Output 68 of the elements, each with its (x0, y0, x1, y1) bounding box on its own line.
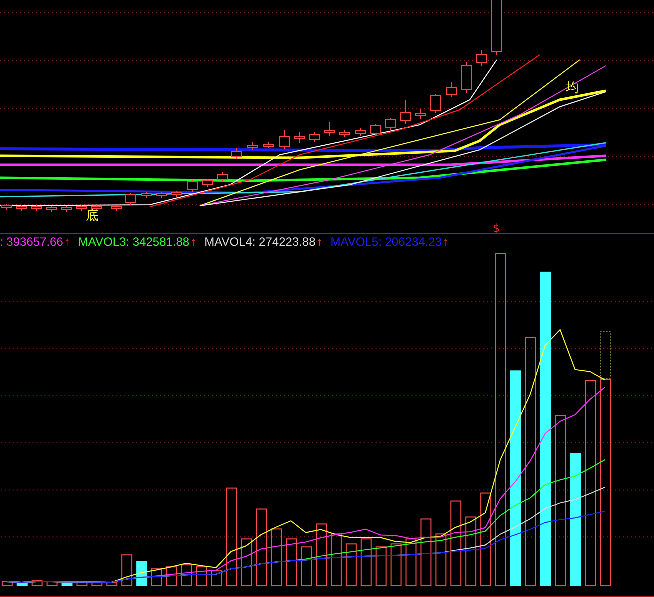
trend-arrow: ↑ (316, 235, 323, 249)
volume-bar (196, 566, 208, 587)
volume-bar (301, 546, 312, 587)
volume-bar (181, 564, 192, 587)
candle (310, 132, 320, 142)
volume-bar (330, 534, 342, 587)
volume-bar (152, 568, 162, 587)
volume-bar (376, 546, 387, 587)
volume-bar (390, 544, 402, 587)
candle (126, 192, 136, 206)
candle (218, 172, 228, 182)
volume-bar (286, 538, 298, 587)
candle (62, 206, 72, 212)
average-marker: 均 (566, 81, 579, 96)
candle (32, 204, 42, 212)
volume-bar (92, 582, 103, 587)
volume-bar (271, 528, 282, 587)
candle (202, 178, 214, 188)
candle (370, 124, 382, 136)
candle (356, 128, 366, 136)
volume-bar (76, 582, 88, 587)
indicator-value: MAVOL4: 274223.88 (204, 235, 316, 249)
trend-arrow: ↑ (64, 235, 70, 249)
indicator-value: MAVOL5: 206234.23 (330, 235, 442, 249)
volume-bar (32, 580, 43, 587)
bottom-marker: 底 (86, 209, 99, 224)
trend-arrow: ↑ (190, 235, 197, 249)
candle (400, 100, 412, 124)
volume-bar (62, 583, 73, 586)
candle (294, 132, 306, 144)
candle (476, 50, 488, 66)
candle (386, 118, 396, 130)
candle (172, 190, 182, 198)
candle (156, 192, 168, 198)
volume-bar (106, 582, 118, 587)
candle (416, 108, 426, 120)
indicator-value: : 393657.66 (0, 235, 64, 249)
volume-bar (211, 570, 222, 587)
candle (76, 204, 88, 212)
volume-bar (16, 583, 28, 586)
volume-bar (346, 544, 357, 587)
candle (16, 204, 28, 212)
volume-bar (166, 566, 178, 587)
dotted-bar-outline (600, 331, 612, 380)
volume-bar (436, 534, 447, 587)
volume-bar (316, 524, 327, 587)
volume-bar (122, 554, 133, 587)
candle (232, 148, 242, 160)
candle (280, 130, 290, 150)
candle (46, 206, 58, 212)
indicator-value: MAVOL3: 342581.88 (78, 235, 190, 249)
volume-bar (466, 516, 477, 587)
candle (430, 94, 442, 114)
volume-bar (2, 582, 13, 587)
candle (324, 122, 336, 136)
volume-bar (420, 518, 432, 587)
candle (248, 142, 258, 150)
trend-arrow: ↑ (442, 235, 449, 249)
volume-bar (360, 538, 372, 587)
volume-bar (46, 582, 58, 587)
volume-bar (136, 561, 148, 586)
candle (446, 82, 458, 98)
volume-bar (406, 538, 417, 587)
candle (462, 62, 472, 94)
candle (142, 192, 152, 198)
candle (112, 204, 122, 212)
volume-bar (241, 538, 252, 587)
candle (188, 180, 198, 192)
